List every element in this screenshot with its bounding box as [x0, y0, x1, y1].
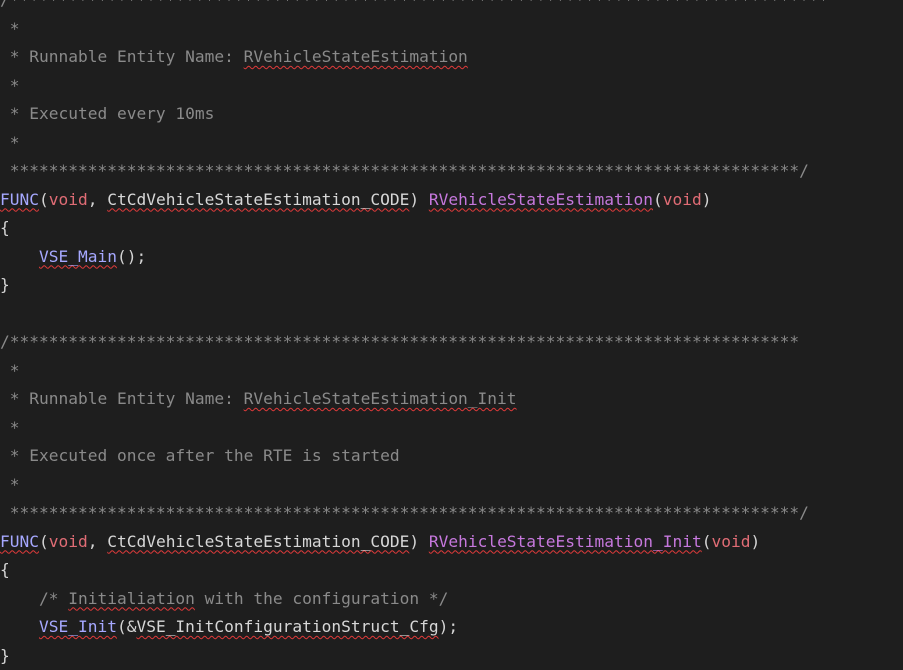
code-token: * Executed once after the RTE is started	[0, 446, 400, 465]
code-token: ,	[88, 532, 108, 551]
code-token: void	[711, 532, 750, 551]
code-token-flagged: FUNC	[0, 190, 39, 209]
code-token: {	[0, 560, 10, 579]
code-line[interactable]: }	[0, 271, 903, 300]
code-token-flagged: RVehicleStateEstimation	[244, 47, 468, 66]
code-token: )	[409, 190, 429, 209]
code-token: *	[0, 133, 20, 152]
code-token: with the configuration */	[195, 589, 448, 608]
code-line[interactable]: VSE_Main();	[0, 243, 903, 272]
code-token	[0, 247, 39, 266]
code-token-flagged: VSE_Init	[39, 617, 117, 636]
code-line[interactable]: * Runnable Entity Name: RVehicleStateEst…	[0, 385, 903, 414]
code-token: /*	[39, 589, 68, 608]
code-token: (	[39, 190, 49, 209]
code-line[interactable]: }	[0, 642, 903, 670]
code-token: /***************************************…	[0, 0, 828, 9]
code-token-flagged: RVehicleStateEstimation_Init	[244, 389, 517, 408]
code-token: {	[0, 218, 10, 237]
code-token: *	[0, 19, 20, 38]
code-token: ****************************************…	[0, 161, 809, 180]
code-token: *	[0, 475, 20, 494]
code-token: );	[439, 617, 459, 636]
code-line[interactable]: *	[0, 357, 903, 386]
code-token: }	[0, 646, 10, 665]
code-line[interactable]: *	[0, 15, 903, 44]
code-token: *	[0, 361, 20, 380]
code-line[interactable]: * Executed every 10ms	[0, 100, 903, 129]
code-token: void	[49, 190, 88, 209]
code-token: * Runnable Entity Name:	[0, 389, 244, 408]
code-token: *	[0, 76, 20, 95]
code-line[interactable]: *	[0, 471, 903, 500]
code-token-flagged: CtCdVehicleStateEstimation_CODE	[107, 190, 409, 209]
code-token: (	[653, 190, 663, 209]
code-token: ,	[88, 190, 108, 209]
code-line[interactable]: {	[0, 556, 903, 585]
code-line[interactable]: FUNC(void, CtCdVehicleStateEstimation_CO…	[0, 186, 903, 215]
code-token: (	[39, 532, 49, 551]
code-line[interactable]: /***************************************…	[0, 328, 903, 357]
code-token: void	[49, 532, 88, 551]
code-token-flagged: VSE_Main	[39, 247, 117, 266]
code-token-flagged: CtCdVehicleStateEstimation_CODE	[107, 532, 409, 551]
code-token	[0, 617, 39, 636]
code-token: ****************************************…	[0, 503, 809, 522]
code-token: )	[702, 190, 712, 209]
code-line[interactable]: FUNC(void, CtCdVehicleStateEstimation_CO…	[0, 528, 903, 557]
code-token	[0, 589, 39, 608]
code-token: * Runnable Entity Name:	[0, 47, 244, 66]
code-token-flagged: RVehicleStateEstimation_Init	[429, 532, 702, 551]
code-line[interactable]: {	[0, 214, 903, 243]
code-line[interactable]: ****************************************…	[0, 157, 903, 186]
code-line[interactable]: /* Initialiation with the configuration …	[0, 585, 903, 614]
code-token: (&	[117, 617, 137, 636]
code-token: * Executed every 10ms	[0, 104, 214, 123]
code-token: *	[0, 418, 20, 437]
code-line[interactable]: *	[0, 129, 903, 158]
code-line[interactable]: *	[0, 72, 903, 101]
code-token: void	[663, 190, 702, 209]
code-line[interactable]: VSE_Init(&VSE_InitConfigurationStruct_Cf…	[0, 613, 903, 642]
code-line[interactable]: * Executed once after the RTE is started	[0, 442, 903, 471]
code-token-flagged: VSE_InitConfigurationStruct_Cfg	[136, 617, 438, 636]
code-token-flagged: FUNC	[0, 532, 39, 551]
code-line[interactable]: *	[0, 414, 903, 443]
code-line[interactable]: * Runnable Entity Name: RVehicleStateEst…	[0, 43, 903, 72]
code-token: ();	[117, 247, 146, 266]
code-token: /***************************************…	[0, 332, 799, 351]
code-line[interactable]	[0, 300, 903, 329]
code-token-flagged: RVehicleStateEstimation	[429, 190, 653, 209]
code-token-flagged: Initialiation	[68, 589, 195, 608]
code-token: }	[0, 275, 10, 294]
code-line[interactable]: ****************************************…	[0, 499, 903, 528]
code-editor[interactable]: /***************************************…	[0, 0, 903, 670]
code-token: )	[750, 532, 760, 551]
code-token: )	[409, 532, 429, 551]
code-line[interactable]: /***************************************…	[0, 0, 903, 15]
